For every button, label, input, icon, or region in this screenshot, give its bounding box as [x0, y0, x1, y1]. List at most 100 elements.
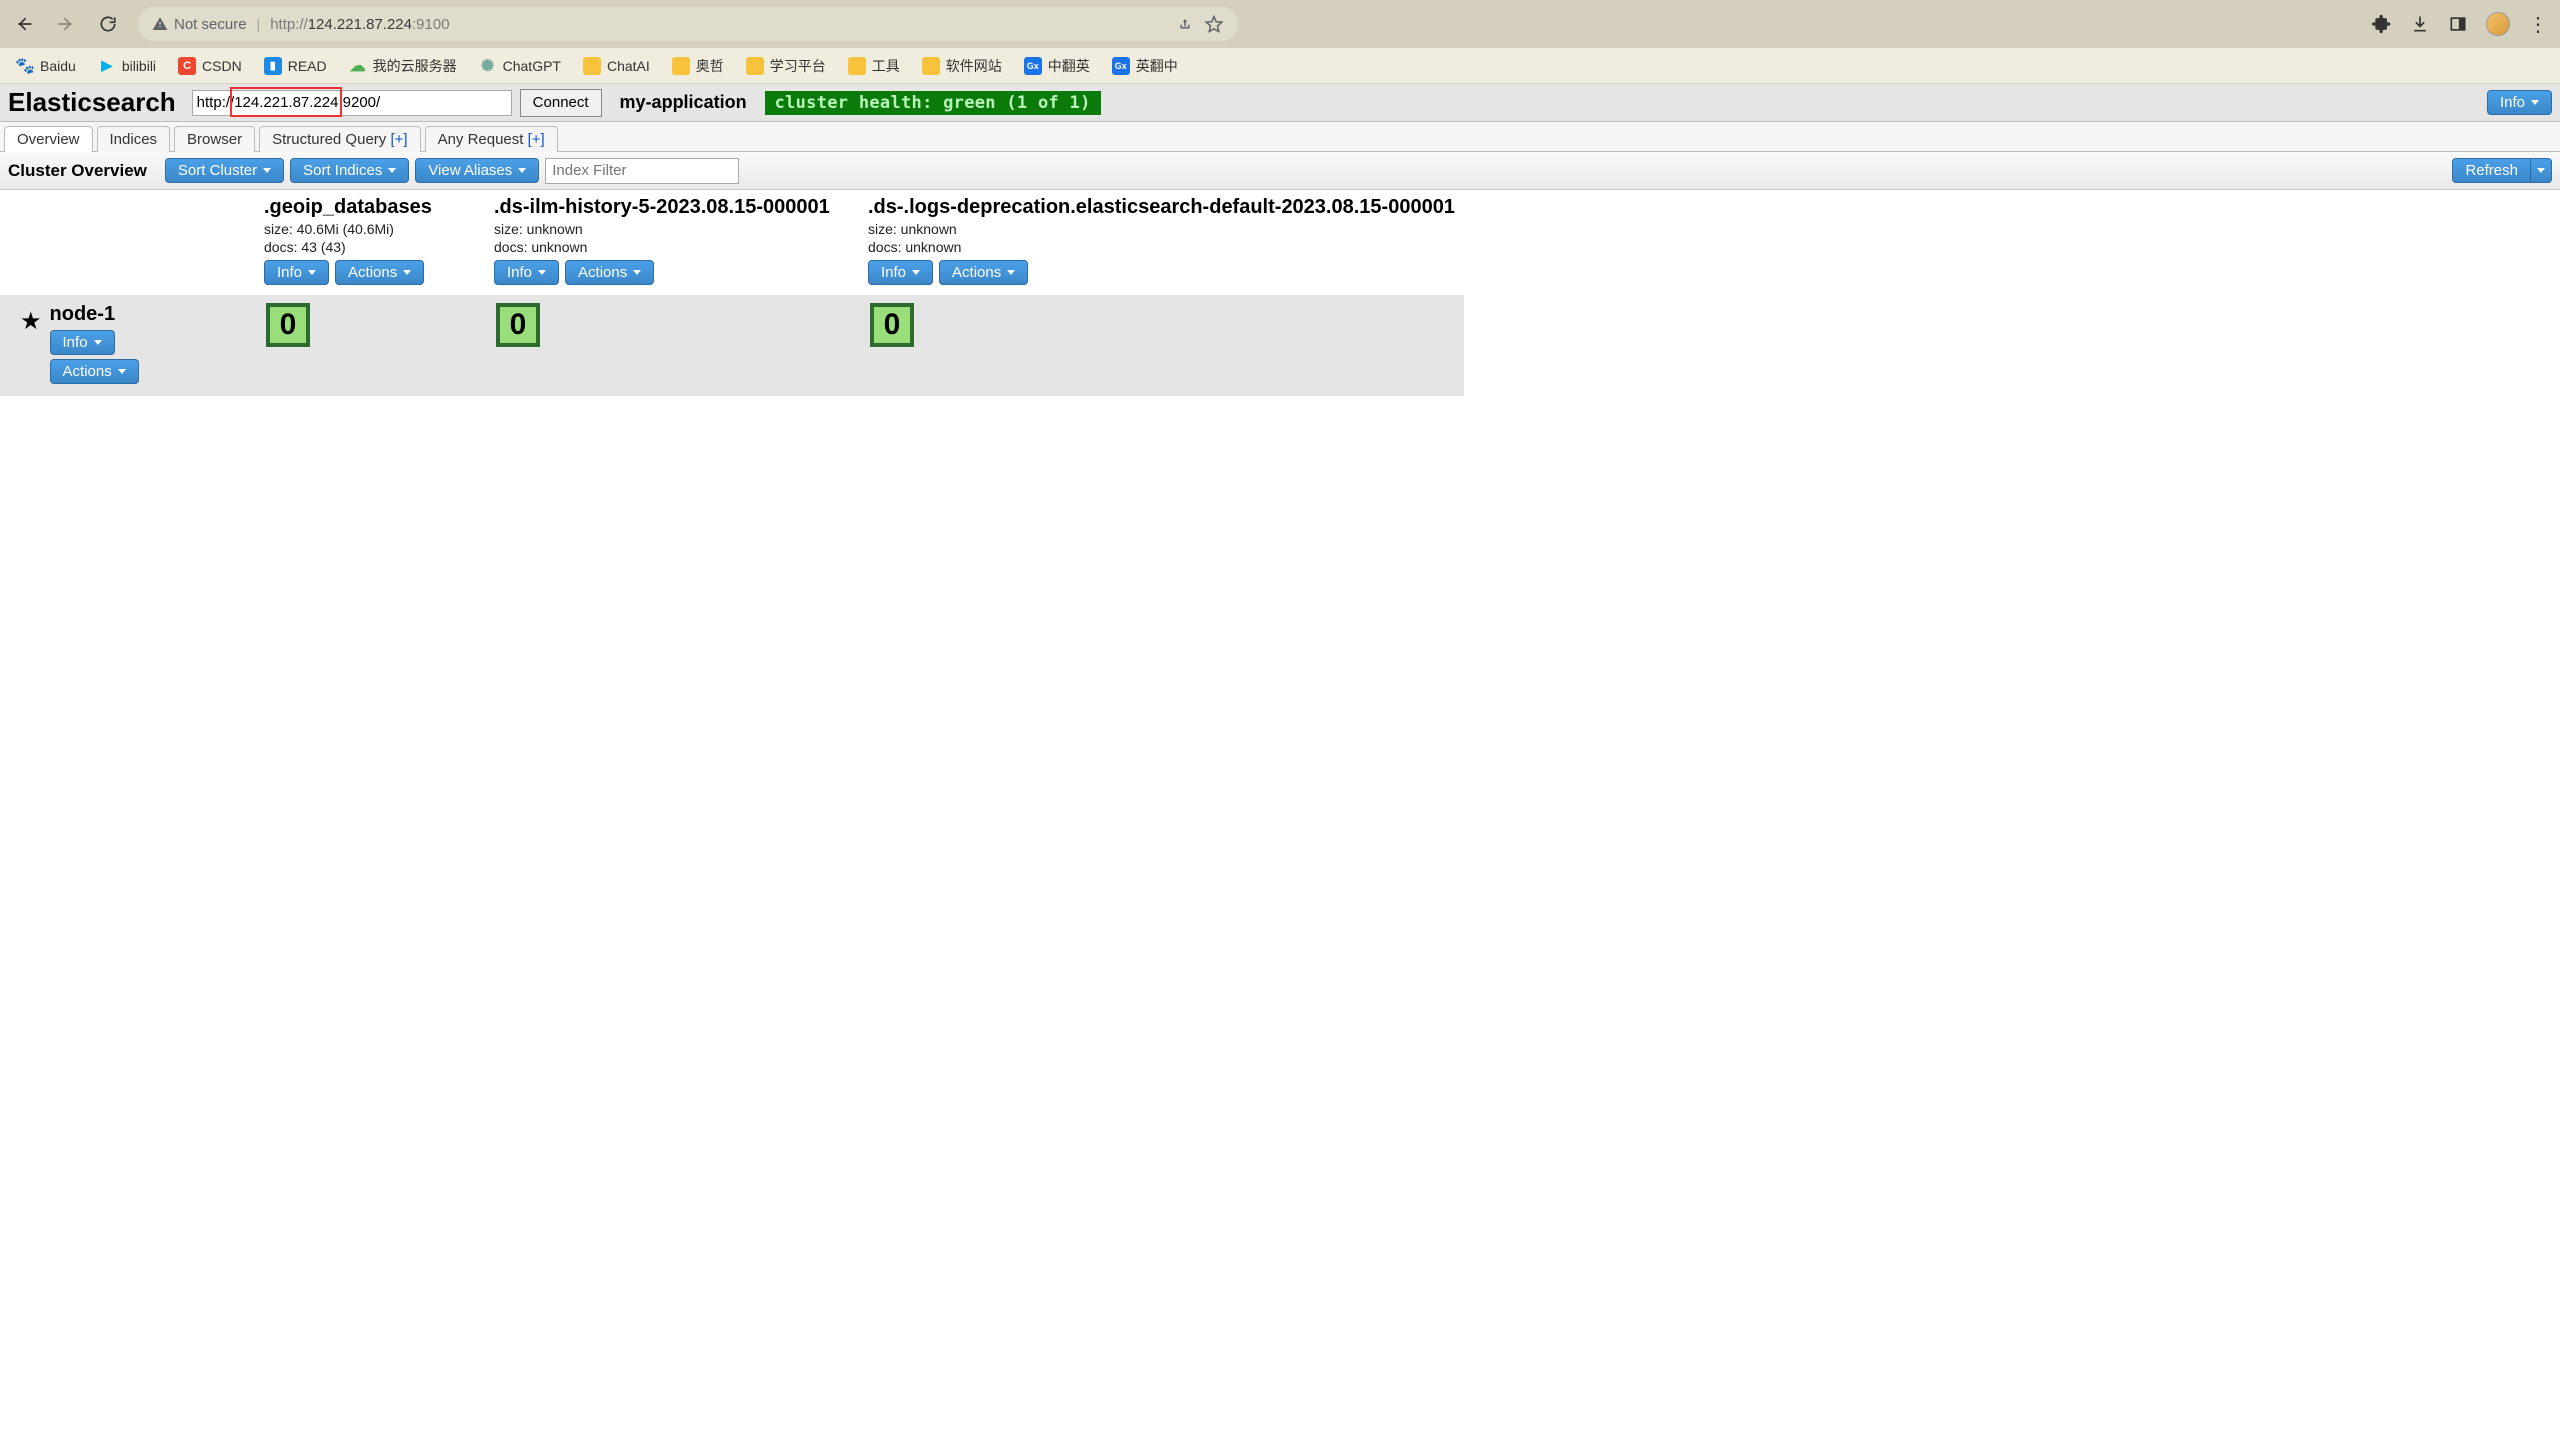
chevron-down-icon — [308, 270, 316, 275]
bookmark-myserver[interactable]: ☁ 我的云服务器 — [349, 56, 457, 76]
bookmark-label: 我的云服务器 — [373, 56, 457, 76]
shard-box[interactable]: 0 — [496, 303, 540, 347]
tab-browser[interactable]: Browser — [174, 126, 255, 152]
star-icon: ★ — [20, 307, 42, 336]
folder-icon — [848, 57, 866, 75]
bookmark-en2zh[interactable]: Gx英翻中 — [1112, 56, 1178, 76]
extensions-icon[interactable] — [2372, 14, 2392, 34]
chevron-down-icon — [2531, 100, 2539, 105]
header-info-button[interactable]: Info — [2487, 90, 2552, 115]
tab-structured-query[interactable]: Structured Query [+] — [259, 126, 421, 152]
sort-cluster-button[interactable]: Sort Cluster — [165, 158, 284, 183]
connect-button[interactable]: Connect — [520, 89, 602, 117]
warning-icon — [152, 16, 168, 32]
address-bar[interactable]: Not secure | http://124.221.87.224:9100 — [138, 7, 1238, 41]
read-icon: ▮ — [264, 57, 282, 75]
sort-indices-button[interactable]: Sort Indices — [290, 158, 409, 183]
node-name[interactable]: node-1 — [50, 303, 139, 326]
menu-icon[interactable]: ⋮ — [2528, 12, 2548, 37]
es-header: Elasticsearch Connect my-application clu… — [0, 84, 2560, 122]
index-header: .ds-ilm-history-5-2023.08.15-000001 size… — [490, 190, 864, 295]
plus-link[interactable]: [+] — [528, 131, 545, 148]
index-header: .geoip_databases size: 40.6Mi (40.6Mi) d… — [260, 190, 490, 295]
back-button[interactable] — [12, 12, 36, 36]
index-info-button[interactable]: Info — [264, 260, 329, 285]
index-actions-button[interactable]: Actions — [565, 260, 654, 285]
plus-link[interactable]: [+] — [390, 131, 407, 148]
tab-any-request[interactable]: Any Request [+] — [425, 126, 558, 152]
star-icon[interactable] — [1204, 14, 1224, 34]
bookmark-label: READ — [288, 58, 327, 74]
index-info-button[interactable]: Info — [494, 260, 559, 285]
overview-toolbar: Cluster Overview Sort Cluster Sort Indic… — [0, 152, 2560, 190]
bookmark-label: bilibili — [122, 58, 156, 74]
browser-toolbar: Not secure | http://124.221.87.224:9100 … — [0, 0, 2560, 48]
index-name[interactable]: .geoip_databases — [264, 196, 486, 219]
bookmark-aozhe[interactable]: 奥哲 — [672, 56, 724, 76]
bookmark-study[interactable]: 学习平台 — [746, 56, 826, 76]
shard-box[interactable]: 0 — [870, 303, 914, 347]
reload-button[interactable] — [96, 12, 120, 36]
shard-cell: 0 — [260, 295, 490, 396]
bookmark-zh2en[interactable]: Gx中翻英 — [1024, 56, 1090, 76]
cloud-icon: ☁ — [349, 57, 367, 75]
bookmark-label: 奥哲 — [696, 56, 724, 76]
bookmark-csdn[interactable]: CCSDN — [178, 57, 242, 75]
index-size: size: unknown — [494, 221, 860, 237]
bookmark-label: 学习平台 — [770, 56, 826, 76]
folder-icon — [746, 57, 764, 75]
reload-icon — [98, 14, 118, 34]
chevron-down-icon — [94, 340, 102, 345]
baidu-icon: 🐾 — [16, 57, 34, 75]
shard-cell: 0 — [490, 295, 864, 396]
tabs-bar: Overview Indices Browser Structured Quer… — [0, 122, 2560, 152]
chevron-down-icon — [518, 168, 526, 173]
bookmark-baidu[interactable]: 🐾Baidu — [16, 57, 76, 75]
index-size: size: unknown — [868, 221, 1460, 237]
bookmark-soft[interactable]: 软件网站 — [922, 56, 1002, 76]
tab-indices[interactable]: Indices — [97, 126, 171, 152]
index-name[interactable]: .ds-.logs-deprecation.elasticsearch-defa… — [868, 196, 1460, 219]
chevron-down-icon — [388, 168, 396, 173]
shard-box[interactable]: 0 — [266, 303, 310, 347]
bookmark-chatai[interactable]: ChatAI — [583, 57, 650, 75]
arrow-right-icon — [56, 14, 76, 34]
view-aliases-button[interactable]: View Aliases — [415, 158, 539, 183]
bookmark-label: 软件网站 — [946, 56, 1002, 76]
share-icon[interactable] — [1176, 15, 1194, 33]
bookmark-label: ChatAI — [607, 58, 650, 74]
chevron-down-icon — [912, 270, 920, 275]
tab-overview[interactable]: Overview — [4, 126, 93, 152]
shard-cell: 0 — [864, 295, 1464, 396]
index-actions-button[interactable]: Actions — [939, 260, 1028, 285]
refresh-button[interactable]: Refresh — [2452, 158, 2530, 183]
index-actions-button[interactable]: Actions — [335, 260, 424, 285]
chevron-down-icon — [118, 369, 126, 374]
index-info-button[interactable]: Info — [868, 260, 933, 285]
node-info-button[interactable]: Info — [50, 330, 115, 355]
node-actions-button[interactable]: Actions — [50, 359, 139, 384]
bookmark-chatgpt[interactable]: ✺ChatGPT — [479, 57, 561, 75]
index-docs: docs: unknown — [494, 239, 860, 255]
cluster-name: my-application — [620, 92, 747, 113]
section-title: Cluster Overview — [8, 161, 147, 181]
download-icon[interactable] — [2410, 14, 2430, 34]
translate-icon: Gx — [1024, 57, 1042, 75]
folder-icon — [672, 57, 690, 75]
node-cell: ★ node-1 Info Actions — [0, 295, 260, 396]
bookmark-tools[interactable]: 工具 — [848, 56, 900, 76]
profile-avatar[interactable] — [2486, 12, 2510, 36]
arrow-left-icon — [14, 14, 34, 34]
bookmark-label: ChatGPT — [503, 58, 561, 74]
health-badge: cluster health: green (1 of 1) — [765, 91, 1101, 115]
index-name[interactable]: .ds-ilm-history-5-2023.08.15-000001 — [494, 196, 860, 219]
index-filter-input[interactable] — [545, 158, 739, 184]
refresh-dropdown[interactable] — [2530, 158, 2552, 183]
bookmark-read[interactable]: ▮ READ — [264, 57, 327, 75]
chevron-down-icon — [263, 168, 271, 173]
bookmark-bilibili[interactable]: ▶bilibili — [98, 57, 156, 75]
panel-icon[interactable] — [2448, 14, 2468, 34]
connect-url-input[interactable] — [192, 90, 512, 116]
forward-button[interactable] — [54, 12, 78, 36]
index-docs: docs: unknown — [868, 239, 1460, 255]
